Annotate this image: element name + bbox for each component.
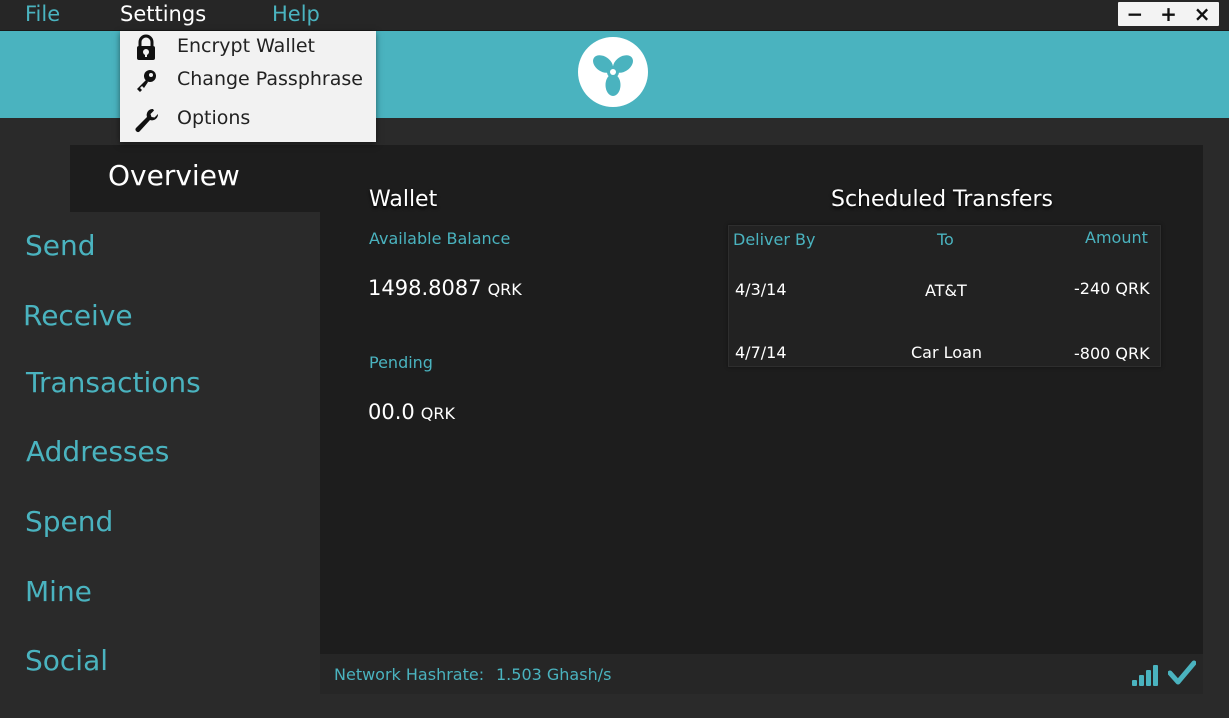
wrench-icon xyxy=(135,108,159,132)
app-logo xyxy=(578,37,648,107)
menu-help[interactable]: Help xyxy=(272,2,320,26)
column-header-amount: Amount xyxy=(1085,228,1148,247)
status-bar: Network Hashrate: 1.503 Ghash/s xyxy=(320,654,1203,694)
menu-item-label: Encrypt Wallet xyxy=(177,35,316,57)
sidebar-item-transactions[interactable]: Transactions xyxy=(26,366,201,399)
sidebar-item-receive[interactable]: Receive xyxy=(23,299,133,332)
pending-label: Pending xyxy=(369,353,433,372)
transfer-date: 4/3/14 xyxy=(735,280,787,299)
sidebar-item-social[interactable]: Social xyxy=(25,644,108,677)
window-controls: − + × xyxy=(1118,2,1219,26)
propeller-icon xyxy=(593,55,633,96)
close-button[interactable]: × xyxy=(1185,2,1219,26)
available-balance-value: 1498.8087 xyxy=(368,276,482,300)
menu-item-change-passphrase[interactable]: Change Passphrase xyxy=(120,64,376,98)
minimize-button[interactable]: − xyxy=(1118,2,1152,26)
hashrate-label: Network Hashrate: xyxy=(334,665,485,684)
menu-item-label: Change Passphrase xyxy=(177,68,363,90)
available-balance-label: Available Balance xyxy=(369,229,511,248)
wallet-title: Wallet xyxy=(369,187,438,212)
transfer-recipient: Car Loan xyxy=(911,343,983,362)
signal-strength-icon xyxy=(1132,665,1158,686)
column-header-to: To xyxy=(937,230,954,249)
sidebar: Overview Send Receive Transactions Addre… xyxy=(0,145,320,718)
sidebar-item-addresses[interactable]: Addresses xyxy=(26,435,169,468)
sidebar-item-spend[interactable]: Spend xyxy=(25,505,113,538)
menu-item-options[interactable]: Options xyxy=(120,103,376,137)
menu-settings[interactable]: Settings xyxy=(120,2,206,26)
maximize-button[interactable]: + xyxy=(1152,2,1186,26)
overview-panel: Wallet Available Balance 1498.8087 QRK Pe… xyxy=(320,145,1203,694)
sidebar-item-mine[interactable]: Mine xyxy=(25,575,92,608)
sync-check-icon xyxy=(1168,660,1196,685)
transfer-date: 4/7/14 xyxy=(735,343,787,362)
hashrate-value: 1.503 Ghash/s xyxy=(496,665,612,684)
menu-item-label: Options xyxy=(177,107,251,129)
key-icon xyxy=(137,70,156,92)
lock-icon xyxy=(137,34,155,60)
column-header-deliver-by: Deliver By xyxy=(733,230,816,249)
sidebar-item-send[interactable]: Send xyxy=(25,229,96,262)
menu-file[interactable]: File xyxy=(25,2,60,26)
sidebar-item-overview[interactable]: Overview xyxy=(70,145,320,212)
scheduled-transfers-table: Deliver By To Amount 4/3/14 AT&T -240 QR… xyxy=(728,225,1161,367)
transfer-amount: -240 QRK xyxy=(1074,279,1150,298)
pending-balance-value: 00.0 xyxy=(368,400,415,424)
pending-balance-unit: QRK xyxy=(420,404,455,423)
scheduled-transfers-title: Scheduled Transfers xyxy=(831,187,1053,212)
settings-dropdown: Encrypt Wallet Change Passphrase Options xyxy=(120,31,376,142)
transfer-recipient: AT&T xyxy=(925,281,967,300)
sidebar-item-label: Overview xyxy=(108,159,240,192)
available-balance: 1498.8087 QRK xyxy=(368,276,522,300)
menu-bar: File Settings Help − + × xyxy=(0,0,1229,31)
transfer-amount: -800 QRK xyxy=(1074,344,1150,363)
available-balance-unit: QRK xyxy=(487,280,522,299)
pending-balance: 00.0 QRK xyxy=(368,400,455,424)
menu-item-encrypt-wallet[interactable]: Encrypt Wallet xyxy=(120,31,376,65)
